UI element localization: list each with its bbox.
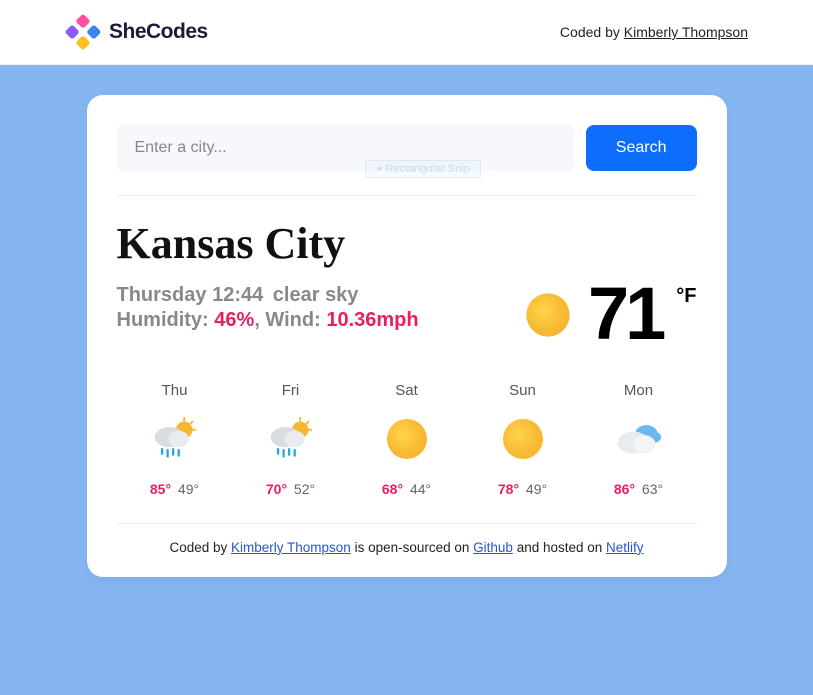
footer-divider (117, 523, 697, 524)
forecast-icon (233, 415, 349, 463)
forecast-day-name: Fri (233, 382, 349, 399)
footer-credit: Coded by Kimberly Thompson is open-sourc… (117, 540, 697, 555)
brand: SheCodes (65, 14, 208, 50)
search-button[interactable]: Search (586, 125, 697, 171)
header-author-link[interactable]: Kimberly Thompson (624, 24, 748, 40)
wind-label: , Wind: (254, 309, 326, 331)
page-background: Search Rectangular Snip Kansas City Thur… (0, 65, 813, 695)
shecodes-logo-icon (65, 14, 101, 50)
forecast-day: Thu 85° 49° (117, 382, 233, 499)
forecast-low: 63° (638, 481, 663, 497)
forecast-day: Fri 70° 52° (233, 382, 349, 499)
forecast-low: 49° (522, 481, 547, 497)
forecast-day: Sat 68° 44° (349, 382, 465, 499)
forecast-icon (117, 415, 233, 463)
github-link[interactable]: Github (473, 540, 513, 555)
humidity-label: Humidity: (117, 309, 215, 331)
forecast-temps: 86° 63° (581, 481, 697, 499)
divider (117, 195, 697, 196)
forecast-low: 49° (174, 481, 199, 497)
forecast-icon (465, 415, 581, 463)
forecast-day-name: Mon (581, 382, 697, 399)
header-credit: Coded by Kimberly Thompson (560, 24, 748, 40)
temperature-value: 71 (588, 283, 662, 346)
forecast-temps: 85° 49° (117, 481, 233, 499)
netlify-link[interactable]: Netlify (606, 540, 644, 555)
current-weather-icon (522, 289, 574, 341)
forecast-day: Sun 78° 49° (465, 382, 581, 499)
temperature-unit: °F (676, 285, 696, 308)
forecast-temps: 78° 49° (465, 481, 581, 499)
forecast-high: 70° (266, 481, 287, 497)
forecast-low: 52° (290, 481, 315, 497)
forecast-temps: 68° 44° (349, 481, 465, 499)
forecast-day: Mon 86° 63° (581, 382, 697, 499)
weather-details: Thursday 12:44 clear sky Humidity: 46%, … (117, 283, 419, 333)
condition: clear sky (273, 284, 359, 306)
search-form: Search Rectangular Snip (117, 125, 697, 171)
brand-name: SheCodes (109, 20, 208, 44)
city-name: Kansas City (117, 218, 697, 269)
forecast-high: 68° (382, 481, 403, 497)
forecast-row: Thu 85° 49° Fri 70° 52° Sat 68° 44° Sun 78° 49°… (117, 382, 697, 499)
forecast-high: 85° (150, 481, 171, 497)
forecast-day-name: Sat (349, 382, 465, 399)
day-time: Thursday 12:44 (117, 284, 264, 306)
wind-value: 10.36mph (326, 309, 418, 331)
humidity-value: 46% (214, 309, 254, 331)
forecast-icon (349, 415, 465, 463)
city-input[interactable] (117, 125, 574, 171)
forecast-high: 78° (498, 481, 519, 497)
forecast-high: 86° (614, 481, 635, 497)
current-weather: Thursday 12:44 clear sky Humidity: 46%, … (117, 283, 697, 346)
temperature-block: 71 °F (522, 283, 697, 346)
weather-card: Search Rectangular Snip Kansas City Thur… (87, 95, 727, 577)
forecast-day-name: Thu (117, 382, 233, 399)
footer-author-link[interactable]: Kimberly Thompson (231, 540, 351, 555)
top-bar: SheCodes Coded by Kimberly Thompson (0, 0, 813, 65)
forecast-icon (581, 415, 697, 463)
forecast-low: 44° (406, 481, 431, 497)
forecast-temps: 70° 52° (233, 481, 349, 499)
forecast-day-name: Sun (465, 382, 581, 399)
